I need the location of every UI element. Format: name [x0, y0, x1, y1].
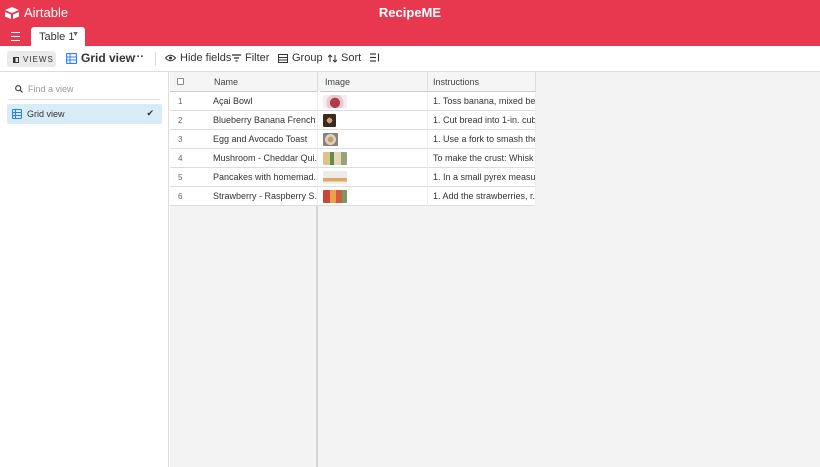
sidebar-item-grid-view[interactable]: Grid view ✔ — [7, 104, 162, 124]
row-height-icon — [370, 53, 379, 62]
sidebar-toggle-icon — [13, 57, 19, 63]
view-toolbar: VIEWS Grid view ··· Hide fields Filter G… — [0, 46, 820, 72]
group-label: Group — [292, 52, 323, 64]
grid-view-icon — [66, 52, 77, 64]
table-row[interactable]: 6 Strawberry - Raspberry S... 1. Add the… — [170, 187, 536, 206]
row-number: 6 — [178, 192, 183, 201]
table-row[interactable]: 1 Açai Bowl 1. Toss banana, mixed ber... — [170, 92, 536, 111]
instructions-cell[interactable]: To make the crust: Whisk ... — [428, 149, 536, 168]
sort-icon — [328, 53, 337, 63]
eye-icon — [165, 54, 176, 62]
filter-button[interactable]: Filter — [232, 52, 269, 64]
column-header-name[interactable]: Name — [208, 72, 318, 92]
select-all-checkbox[interactable] — [177, 78, 184, 85]
search-icon — [15, 85, 23, 93]
row-number: 3 — [178, 135, 183, 144]
table-row[interactable]: 3 Egg and Avocado Toast 1. Use a fork to… — [170, 130, 536, 149]
top-bar: Airtable RecipeME — [0, 0, 820, 26]
image-thumbnail[interactable] — [323, 152, 347, 165]
base-title[interactable]: RecipeME — [0, 5, 820, 20]
filter-icon — [232, 54, 241, 62]
find-view-input[interactable]: Find a view — [9, 80, 160, 100]
image-thumbnail[interactable] — [323, 95, 347, 108]
sidebar-item-label: Grid view — [27, 109, 65, 119]
name-cell[interactable]: Blueberry Banana French ... — [208, 111, 318, 130]
name-cell[interactable]: Strawberry - Raspberry S... — [208, 187, 318, 206]
image-cell[interactable] — [320, 168, 428, 187]
image-thumbnail[interactable] — [323, 171, 347, 184]
current-view-button[interactable]: Grid view — [66, 51, 135, 65]
instructions-cell[interactable]: 1. In a small pyrex measur... — [428, 168, 536, 187]
image-cell[interactable] — [320, 130, 428, 149]
image-cell[interactable] — [320, 149, 428, 168]
grid: Name Image Instructions 1 Açai Bowl 1. T… — [170, 72, 820, 467]
row-number: 2 — [178, 116, 183, 125]
toolbar-divider — [155, 52, 156, 66]
filter-label: Filter — [245, 52, 270, 64]
name-cell[interactable]: Açai Bowl — [208, 92, 318, 111]
hide-fields-label: Hide fields — [180, 52, 232, 64]
sort-button[interactable]: Sort — [328, 52, 361, 64]
instructions-cell[interactable]: 1. Add the strawberries, r... — [428, 187, 536, 206]
instructions-cell[interactable]: 1. Use a fork to smash the... — [428, 130, 536, 149]
sort-label: Sort — [341, 52, 362, 64]
image-thumbnail[interactable] — [323, 190, 347, 203]
instructions-cell[interactable]: 1. Cut bread into 1-in. cub... — [428, 111, 536, 130]
name-cell[interactable]: Mushroom - Cheddar Qui... — [208, 149, 318, 168]
current-view-label: Grid view — [81, 51, 136, 65]
row-number: 4 — [178, 154, 183, 163]
image-cell[interactable] — [320, 111, 428, 130]
table-row[interactable]: 4 Mushroom - Cheddar Qui... To make the … — [170, 149, 536, 168]
row-number: 1 — [178, 97, 183, 106]
menu-icon[interactable] — [9, 29, 23, 43]
chevron-down-icon[interactable]: ▼ — [72, 31, 79, 38]
image-thumbnail[interactable] — [323, 133, 338, 146]
column-header-instructions[interactable]: Instructions — [428, 72, 536, 92]
name-cell[interactable]: Egg and Avocado Toast — [208, 130, 318, 149]
views-toggle-button[interactable]: VIEWS — [7, 51, 56, 67]
grid-view-icon — [12, 109, 22, 119]
row-height-button[interactable] — [370, 53, 384, 62]
more-options-button[interactable]: ··· — [133, 51, 144, 63]
image-cell[interactable] — [320, 92, 428, 111]
tab-label: Table 1 — [39, 31, 75, 43]
table-tab-bar: Table 1 ▼ — [0, 26, 820, 46]
checkmark-icon: ✔ — [146, 108, 154, 118]
find-view-placeholder: Find a view — [28, 84, 74, 94]
name-cell[interactable]: Pancakes with homemad... — [208, 168, 318, 187]
image-cell[interactable] — [320, 187, 428, 206]
select-all-header — [170, 72, 208, 92]
tab-table-1[interactable]: Table 1 ▼ — [31, 27, 85, 46]
table-row[interactable]: 5 Pancakes with homemad... 1. In a small… — [170, 168, 536, 187]
group-icon — [278, 53, 288, 63]
table-row[interactable]: 2 Blueberry Banana French ... 1. Cut bre… — [170, 111, 536, 130]
image-thumbnail[interactable] — [323, 114, 336, 127]
instructions-cell[interactable]: 1. Toss banana, mixed ber... — [428, 92, 536, 111]
views-label: VIEWS — [23, 55, 54, 64]
views-sidebar: Find a view — [0, 72, 169, 467]
hide-fields-button[interactable]: Hide fields — [165, 52, 231, 64]
row-number: 5 — [178, 173, 183, 182]
group-button[interactable]: Group — [278, 52, 323, 64]
column-header-image[interactable]: Image — [320, 72, 428, 92]
